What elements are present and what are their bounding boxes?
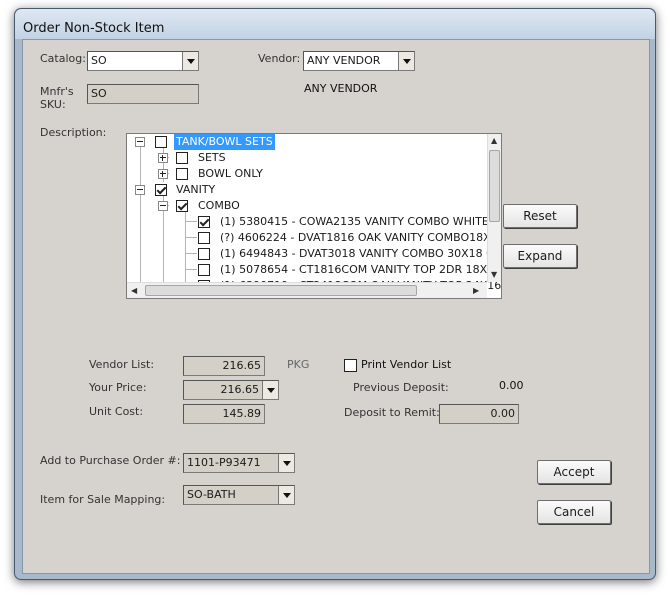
- scroll-down-icon[interactable]: ▼: [491, 270, 497, 279]
- your-price-value: 216.65: [220, 383, 260, 396]
- unit-cost-field[interactable]: 145.89: [183, 404, 265, 424]
- checkbox-icon[interactable]: [176, 168, 188, 180]
- tree-node-label: BOWL ONLY: [198, 167, 263, 180]
- mnfr-label-line1: Mnfr's: [40, 85, 74, 98]
- tree-node-label: COMBO: [198, 199, 240, 212]
- catalog-dropdown[interactable]: SO: [87, 51, 199, 71]
- expand-button[interactable]: Expand: [503, 244, 577, 268]
- expand-icon[interactable]: [158, 169, 168, 179]
- tree-node-label: TANK/BOWL SETS: [174, 134, 275, 150]
- chevron-down-icon[interactable]: [182, 52, 198, 70]
- vendor-value: ANY VENDOR: [307, 54, 381, 67]
- vendor-list-field[interactable]: 216.65: [183, 356, 265, 376]
- previous-deposit-value: 0.00: [499, 379, 524, 392]
- collapse-icon[interactable]: [158, 201, 168, 211]
- tree-item-label: (1) 6494843 - DVAT3018 VANITY COMBO 30X1…: [220, 247, 502, 260]
- purchase-order-value: 1101-P93471: [187, 456, 261, 469]
- vertical-scrollbar[interactable]: ▲ ▼: [487, 134, 501, 282]
- scroll-up-icon[interactable]: ▲: [491, 136, 497, 145]
- tree-item-label: (?) 4606224 - DVAT1816 OAK VANITY COMBO1…: [220, 231, 502, 244]
- checkbox-icon[interactable]: [176, 152, 188, 164]
- previous-deposit-label: Previous Deposit:: [353, 381, 449, 394]
- sale-mapping-value: SO-BATH: [187, 488, 236, 501]
- chevron-down-icon[interactable]: [262, 381, 278, 399]
- vendor-dropdown[interactable]: ANY VENDOR: [303, 51, 415, 71]
- description-label: Description:: [40, 126, 107, 139]
- title-bar[interactable]: Order Non-Stock Item: [15, 9, 655, 39]
- vendor-display: ANY VENDOR: [304, 82, 378, 95]
- collapse-icon[interactable]: [135, 185, 145, 195]
- catalog-label: Catalog:: [40, 52, 86, 65]
- tree-item-label: (1) 5078654 - CT1816COM VANITY TOP 2DR 1…: [220, 263, 502, 276]
- window-title: Order Non-Stock Item: [23, 21, 165, 36]
- vendor-list-label: Vendor List:: [89, 358, 155, 371]
- chevron-down-icon[interactable]: [398, 52, 414, 70]
- reset-button[interactable]: Reset: [503, 204, 577, 228]
- checkbox-icon[interactable]: [198, 232, 210, 244]
- horizontal-scrollbar[interactable]: ◀ ▶: [127, 282, 487, 298]
- print-vendor-list-label[interactable]: Print Vendor List: [361, 358, 451, 371]
- scroll-left-icon[interactable]: ◀: [131, 286, 137, 295]
- scrollbar-thumb[interactable]: [489, 150, 500, 222]
- collapse-icon[interactable]: [135, 137, 145, 147]
- checkbox-icon[interactable]: [155, 136, 167, 148]
- your-price-label: Your Price:: [89, 381, 147, 394]
- your-price-dropdown[interactable]: 216.65: [183, 380, 279, 400]
- dialog-body: Catalog: SO Vendor: ANY VENDOR ANY VENDO…: [22, 39, 650, 574]
- deposit-to-remit-label: Deposit to Remit:: [344, 406, 440, 419]
- purchase-order-dropdown[interactable]: 1101-P93471: [183, 453, 295, 473]
- description-tree[interactable]: TANK/BOWL SETS SETS BOWL ONLY VANITY COM: [126, 133, 502, 299]
- checkbox-checked-icon[interactable]: [155, 184, 167, 196]
- print-vendor-list-checkbox[interactable]: [344, 359, 357, 372]
- chevron-down-icon[interactable]: [278, 486, 294, 504]
- sale-mapping-dropdown[interactable]: SO-BATH: [183, 485, 295, 505]
- checkbox-icon[interactable]: [198, 264, 210, 276]
- dialog-window: Order Non-Stock Item Catalog: SO Vendor:…: [14, 8, 656, 580]
- accept-button[interactable]: Accept: [537, 460, 611, 484]
- scrollbar-thumb[interactable]: [145, 285, 417, 296]
- mnfr-label-line2: SKU:: [40, 98, 66, 111]
- deposit-to-remit-input[interactable]: 0.00: [439, 404, 519, 424]
- unit-cost-label: Unit Cost:: [89, 405, 144, 418]
- tree-node-label: VANITY: [176, 183, 216, 196]
- mnfr-sku-input[interactable]: SO: [87, 84, 199, 104]
- catalog-value: SO: [91, 54, 107, 67]
- tree-node-label: SETS: [198, 151, 226, 164]
- chevron-down-icon[interactable]: [278, 454, 294, 472]
- add-po-label: Add to Purchase Order #:: [40, 454, 181, 467]
- tree-item-label: (1) 5380415 - COWA2135 VANITY COMBO WHIT…: [220, 215, 489, 228]
- checkbox-checked-icon[interactable]: [198, 216, 210, 228]
- checkbox-checked-icon[interactable]: [176, 200, 188, 212]
- scroll-right-icon[interactable]: ▶: [473, 286, 479, 295]
- cancel-button[interactable]: Cancel: [537, 500, 611, 524]
- expand-icon[interactable]: [158, 153, 168, 163]
- vendor-label: Vendor:: [258, 52, 301, 65]
- mapping-label: Item for Sale Mapping:: [40, 493, 166, 506]
- unit-suffix: PKG: [287, 358, 310, 371]
- checkbox-icon[interactable]: [198, 248, 210, 260]
